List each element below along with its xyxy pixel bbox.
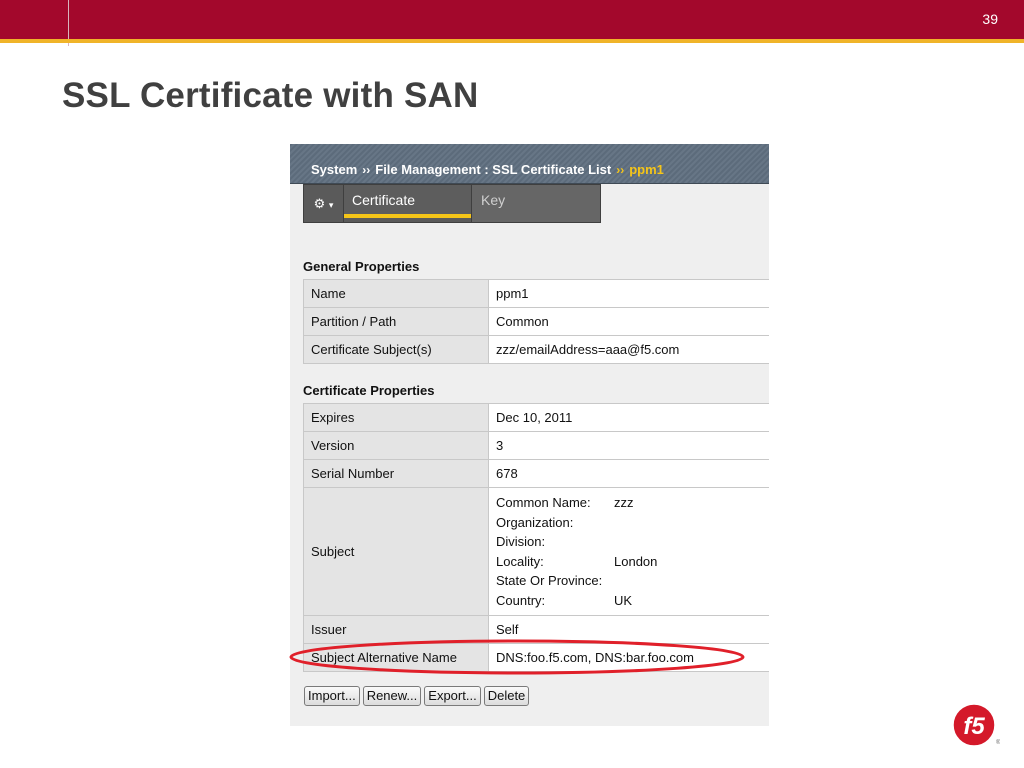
row-label: Expires	[303, 403, 489, 432]
subject-value-text	[614, 514, 762, 532]
subject-value-text: UK	[614, 592, 633, 608]
chevron-down-icon: ▾	[328, 200, 334, 210]
ssl-certificate-panel: System ›› File Management : SSL Certificat…	[290, 144, 769, 726]
breadcrumb-separator: ››	[362, 163, 371, 177]
general-properties-table: Name ppm1 Partition / Path Common Certif…	[303, 279, 769, 364]
svg-text:®: ®	[996, 739, 1000, 746]
table-row: Certificate Subject(s) zzz/emailAddress=…	[303, 335, 769, 364]
subject-key: Organization:	[496, 514, 574, 530]
breadcrumb-file-management[interactable]: File Management : SSL Certificate List	[375, 162, 611, 177]
slide-header-bar: 39	[0, 0, 1024, 46]
table-row: Partition / Path Common	[303, 307, 769, 336]
subject-fields: Common Name: zzz Organization: Division: …	[496, 488, 762, 615]
issuer-value: Self	[488, 615, 769, 644]
certificate-properties-title: Certificate Properties	[303, 383, 435, 398]
row-label: Version	[303, 431, 489, 460]
breadcrumb-system[interactable]: System	[311, 162, 357, 177]
subject-label: Subject	[303, 487, 489, 616]
subject-key: State Or Province:	[496, 573, 603, 588]
subject-key: Locality:	[496, 553, 544, 569]
certificate-properties-table: Expires Dec 10, 2011 Version 3 Serial Nu…	[303, 403, 769, 672]
row-value: ppm1	[488, 279, 769, 308]
row-value: Common	[488, 307, 769, 336]
tab-key[interactable]: Key	[471, 185, 600, 222]
table-row: Name ppm1	[303, 279, 769, 308]
row-value: 678	[488, 459, 769, 488]
row-label: Name	[303, 279, 489, 308]
delete-button[interactable]: Delete	[483, 686, 530, 706]
table-row: Serial Number 678	[303, 459, 769, 488]
tab-bar: ⚙ ▾ Certificate Key	[303, 184, 601, 223]
row-value: 3	[488, 431, 769, 460]
table-row: Version 3	[303, 431, 769, 460]
f5-logo-icon: f5 ®	[952, 703, 1000, 747]
breadcrumb-current: ppm1	[629, 162, 664, 177]
row-value: Dec 10, 2011	[488, 403, 769, 432]
subject-value-text: London	[614, 553, 658, 569]
gear-icon: ⚙	[313, 196, 326, 211]
subject-value-text	[614, 572, 762, 590]
breadcrumb-bar: System ›› File Management : SSL Certificat…	[290, 144, 769, 184]
issuer-label: Issuer	[303, 615, 489, 644]
row-value: zzz/emailAddress=aaa@f5.com	[488, 335, 769, 364]
action-buttons: Import... Renew... Export... Delete	[304, 686, 532, 706]
table-row: Issuer Self	[303, 615, 769, 644]
import-button[interactable]: Import...	[304, 686, 360, 706]
subject-key: Common Name:	[496, 495, 591, 510]
slide-title: SSL Certificate with SAN	[62, 76, 479, 115]
table-row: Subject Alternative Name DNS:foo.f5.com,…	[303, 643, 769, 672]
export-button[interactable]: Export...	[424, 686, 481, 706]
renew-button[interactable]: Renew...	[362, 686, 422, 706]
slide-number: 39	[982, 11, 998, 27]
header-accent-stripe	[0, 39, 1024, 43]
table-row: Subject Common Name: zzz Organization: Di…	[303, 487, 769, 616]
subject-value-text: zzz	[614, 495, 634, 510]
breadcrumb: System ›› File Management : SSL Certificat…	[311, 162, 664, 177]
subject-value: Common Name: zzz Organization: Division: …	[488, 487, 769, 616]
subject-key: Country:	[496, 592, 546, 608]
row-label: Certificate Subject(s)	[303, 335, 489, 364]
row-label: Partition / Path	[303, 307, 489, 336]
f5-logo-text: f5	[963, 713, 985, 740]
san-label: Subject Alternative Name	[303, 643, 489, 672]
general-properties-title: General Properties	[303, 259, 420, 274]
tab-menu-button[interactable]: ⚙ ▾	[304, 185, 344, 222]
subject-key: Division:	[496, 534, 546, 549]
table-row: Expires Dec 10, 2011	[303, 403, 769, 432]
tab-certificate[interactable]: Certificate	[344, 185, 471, 218]
san-value: DNS:foo.f5.com, DNS:bar.foo.com	[488, 643, 769, 672]
breadcrumb-separator: ››	[616, 163, 625, 177]
subject-value-text	[614, 533, 762, 551]
row-label: Serial Number	[303, 459, 489, 488]
